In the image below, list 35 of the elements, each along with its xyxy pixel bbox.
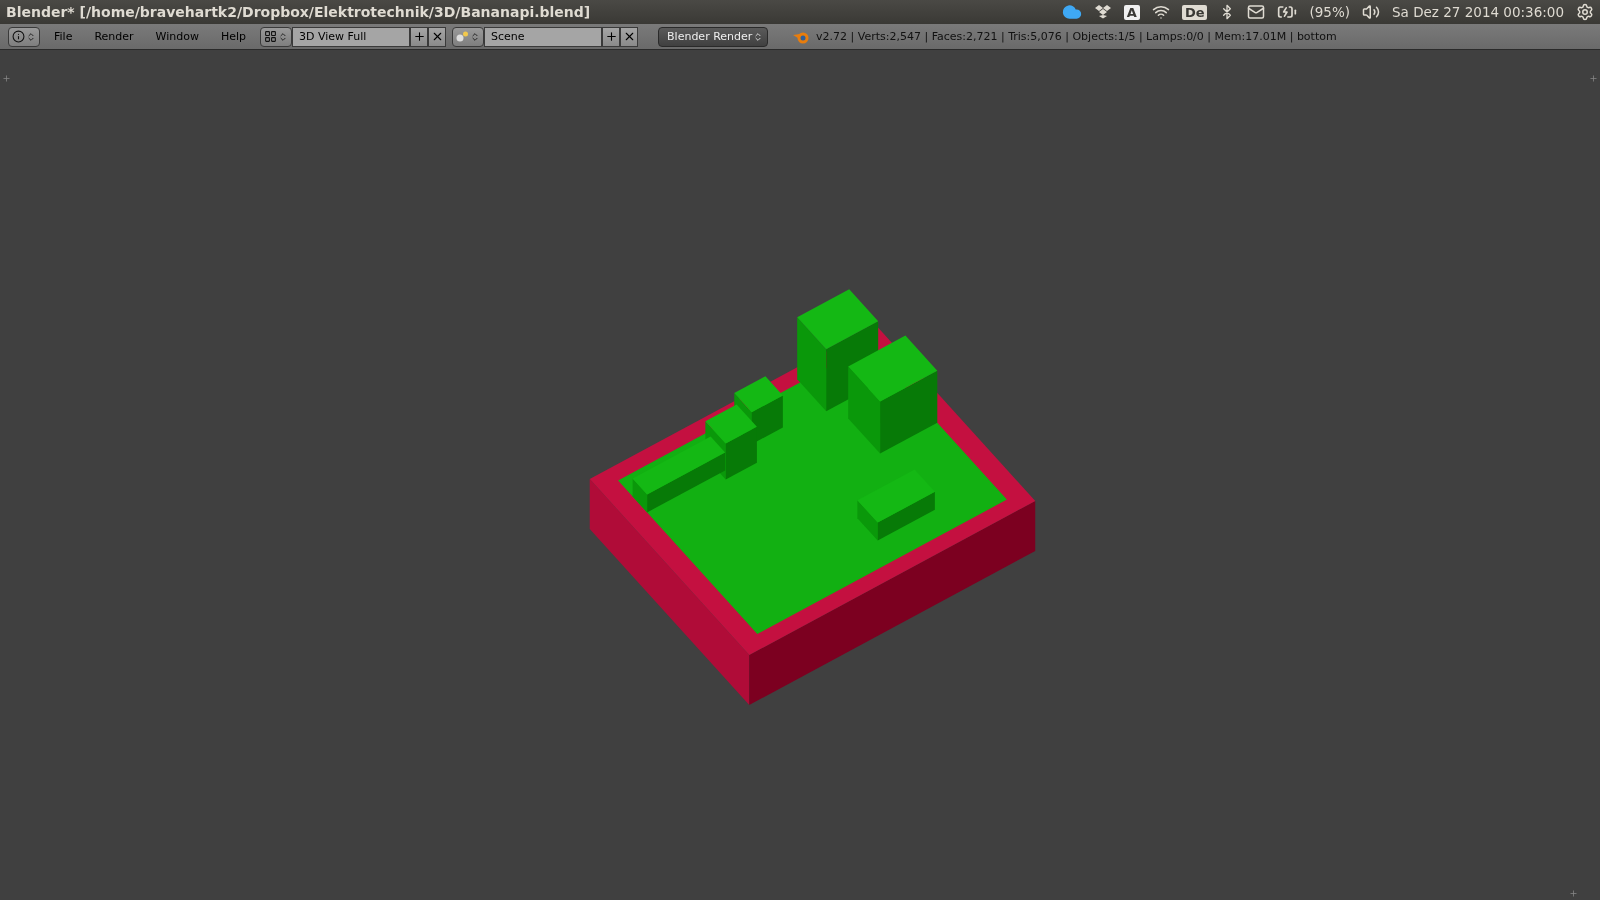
wifi-icon[interactable] [1151, 3, 1170, 21]
add-scene-button[interactable] [602, 26, 621, 47]
up-down-arrows-icon [278, 31, 289, 42]
up-down-arrows-icon [470, 31, 481, 42]
scene-selector-button[interactable] [452, 26, 485, 47]
settings-icon[interactable] [1576, 3, 1594, 21]
screen-layout-field[interactable]: 3D View Full [292, 26, 411, 47]
speaker-icon[interactable] [1362, 3, 1381, 21]
dropbox-icon[interactable] [1093, 4, 1112, 20]
remove-scene-button[interactable] [620, 26, 639, 47]
scene-icon [456, 30, 470, 43]
plus-icon [604, 30, 618, 43]
layout-selector-button[interactable] [260, 26, 293, 47]
menu-item[interactable]: Help [212, 28, 255, 45]
plus-icon [412, 30, 426, 43]
menu-item[interactable]: Render [86, 28, 142, 45]
scene-field[interactable]: Scene [484, 26, 603, 47]
menu-item[interactable]: Window [147, 28, 207, 45]
scene-statistics: v2.72 | Verts:2,547 | Faces:2,721 | Tris:5,076 | Objects:1/5 | Lamps:0/0 | Mem:17.01M | bottom [816, 30, 1337, 43]
up-down-arrows-icon [753, 31, 764, 42]
render-engine-dropdown[interactable]: Blender Render [658, 26, 769, 47]
battery-percentage: (95%) [1309, 4, 1351, 20]
cloud-icon[interactable] [1061, 2, 1082, 22]
up-down-arrows-icon [26, 31, 36, 42]
mail-icon[interactable] [1247, 3, 1266, 21]
input-method-indicator[interactable]: A [1123, 4, 1140, 20]
keyboard-layout-indicator[interactable]: De [1181, 4, 1208, 20]
clock[interactable]: Sa Dez 27 2014 00:36:00 [1392, 4, 1564, 20]
editor-type-button[interactable] [8, 26, 40, 47]
remove-layout-button[interactable] [428, 26, 447, 47]
window-title: Blender* [/home/bravehartk2/Dropbox/Elektrotechnik/3D/Bananapi.blend] [6, 4, 592, 20]
add-layout-button[interactable] [410, 26, 429, 47]
info-icon [12, 30, 25, 43]
menu-item[interactable]: File [46, 28, 81, 45]
layout-icon [264, 30, 278, 43]
